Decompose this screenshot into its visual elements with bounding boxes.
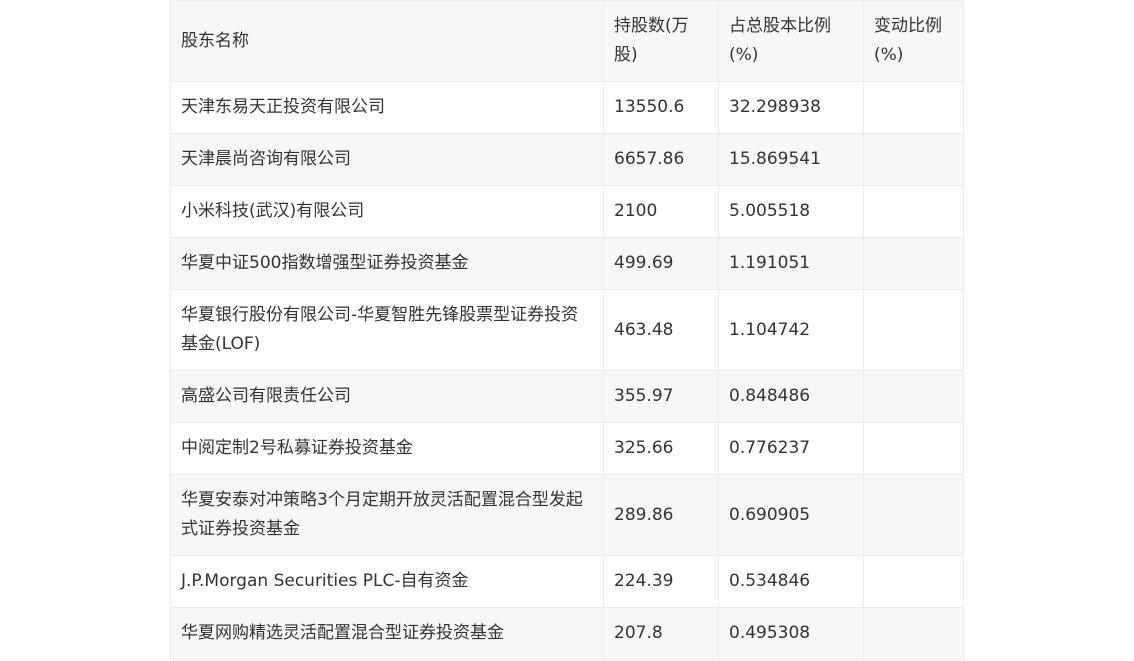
cell-change-ratio [863, 555, 964, 608]
table-row: 天津东易天正投资有限公司 13550.6 32.298938 [170, 81, 964, 134]
cell-change-ratio [863, 289, 964, 371]
cell-shares-held: 499.69 [603, 237, 719, 290]
cell-change-ratio [863, 370, 964, 423]
cell-shareholder-name: 华夏安泰对冲策略3个月定期开放灵活配置混合型发起式证券投资基金 [170, 474, 604, 556]
table-row: J.P.Morgan Securities PLC-自有资金 224.39 0.… [170, 555, 964, 608]
cell-change-ratio [863, 474, 964, 556]
cell-shareholder-name: 天津晨尚咨询有限公司 [170, 133, 604, 186]
cell-shareholder-name: 天津东易天正投资有限公司 [170, 81, 604, 134]
cell-shareholder-name: 华夏网购精选灵活配置混合型证券投资基金 [170, 607, 604, 660]
cell-share-ratio: 15.869541 [718, 133, 864, 186]
cell-share-ratio: 32.298938 [718, 81, 864, 134]
cell-shares-held: 325.66 [603, 422, 719, 475]
cell-shares-held: 6657.86 [603, 133, 719, 186]
cell-shareholder-name: 中阅定制2号私募证券投资基金 [170, 422, 604, 475]
table-row: 天津晨尚咨询有限公司 6657.86 15.869541 [170, 133, 964, 186]
cell-change-ratio [863, 81, 964, 134]
cell-shares-held: 355.97 [603, 370, 719, 423]
cell-shares-held: 224.39 [603, 555, 719, 608]
cell-share-ratio: 1.104742 [718, 289, 864, 371]
cell-share-ratio: 5.005518 [718, 185, 864, 238]
cell-shareholder-name: 华夏银行股份有限公司-华夏智胜先锋股票型证券投资基金(LOF) [170, 289, 604, 371]
cell-change-ratio [863, 185, 964, 238]
cell-change-ratio [863, 133, 964, 186]
cell-shareholder-name: 高盛公司有限责任公司 [170, 370, 604, 423]
shareholder-table: 股东名称 持股数(万股) 占总股本比例(%) 变动比例(%) 天津东易天正投资有… [170, 0, 964, 660]
table-row: 小米科技(武汉)有限公司 2100 5.005518 [170, 185, 964, 238]
table-row: 华夏中证500指数增强型证券投资基金 499.69 1.191051 [170, 237, 964, 290]
cell-change-ratio [863, 607, 964, 660]
cell-change-ratio [863, 237, 964, 290]
cell-shares-held: 2100 [603, 185, 719, 238]
cell-share-ratio: 1.191051 [718, 237, 864, 290]
cell-shareholder-name: J.P.Morgan Securities PLC-自有资金 [170, 555, 604, 608]
header-shares-held: 持股数(万股) [603, 0, 719, 82]
cell-share-ratio: 0.776237 [718, 422, 864, 475]
cell-shares-held: 207.8 [603, 607, 719, 660]
header-share-ratio: 占总股本比例(%) [718, 0, 864, 82]
cell-shares-held: 289.86 [603, 474, 719, 556]
cell-shares-held: 13550.6 [603, 81, 719, 134]
table-row: 华夏网购精选灵活配置混合型证券投资基金 207.8 0.495308 [170, 607, 964, 660]
cell-share-ratio: 0.534846 [718, 555, 864, 608]
cell-share-ratio: 0.848486 [718, 370, 864, 423]
shareholder-table-container: 股东名称 持股数(万股) 占总股本比例(%) 变动比例(%) 天津东易天正投资有… [170, 0, 964, 660]
table-row: 华夏银行股份有限公司-华夏智胜先锋股票型证券投资基金(LOF) 463.48 1… [170, 289, 964, 371]
header-change-ratio: 变动比例(%) [863, 0, 964, 82]
cell-share-ratio: 0.495308 [718, 607, 864, 660]
cell-shares-held: 463.48 [603, 289, 719, 371]
cell-shareholder-name: 小米科技(武汉)有限公司 [170, 185, 604, 238]
table-row: 华夏安泰对冲策略3个月定期开放灵活配置混合型发起式证券投资基金 289.86 0… [170, 474, 964, 556]
cell-change-ratio [863, 422, 964, 475]
table-row: 中阅定制2号私募证券投资基金 325.66 0.776237 [170, 422, 964, 475]
table-row: 高盛公司有限责任公司 355.97 0.848486 [170, 370, 964, 423]
header-shareholder-name: 股东名称 [170, 0, 604, 82]
cell-share-ratio: 0.690905 [718, 474, 864, 556]
table-header-row: 股东名称 持股数(万股) 占总股本比例(%) 变动比例(%) [170, 0, 964, 82]
cell-shareholder-name: 华夏中证500指数增强型证券投资基金 [170, 237, 604, 290]
